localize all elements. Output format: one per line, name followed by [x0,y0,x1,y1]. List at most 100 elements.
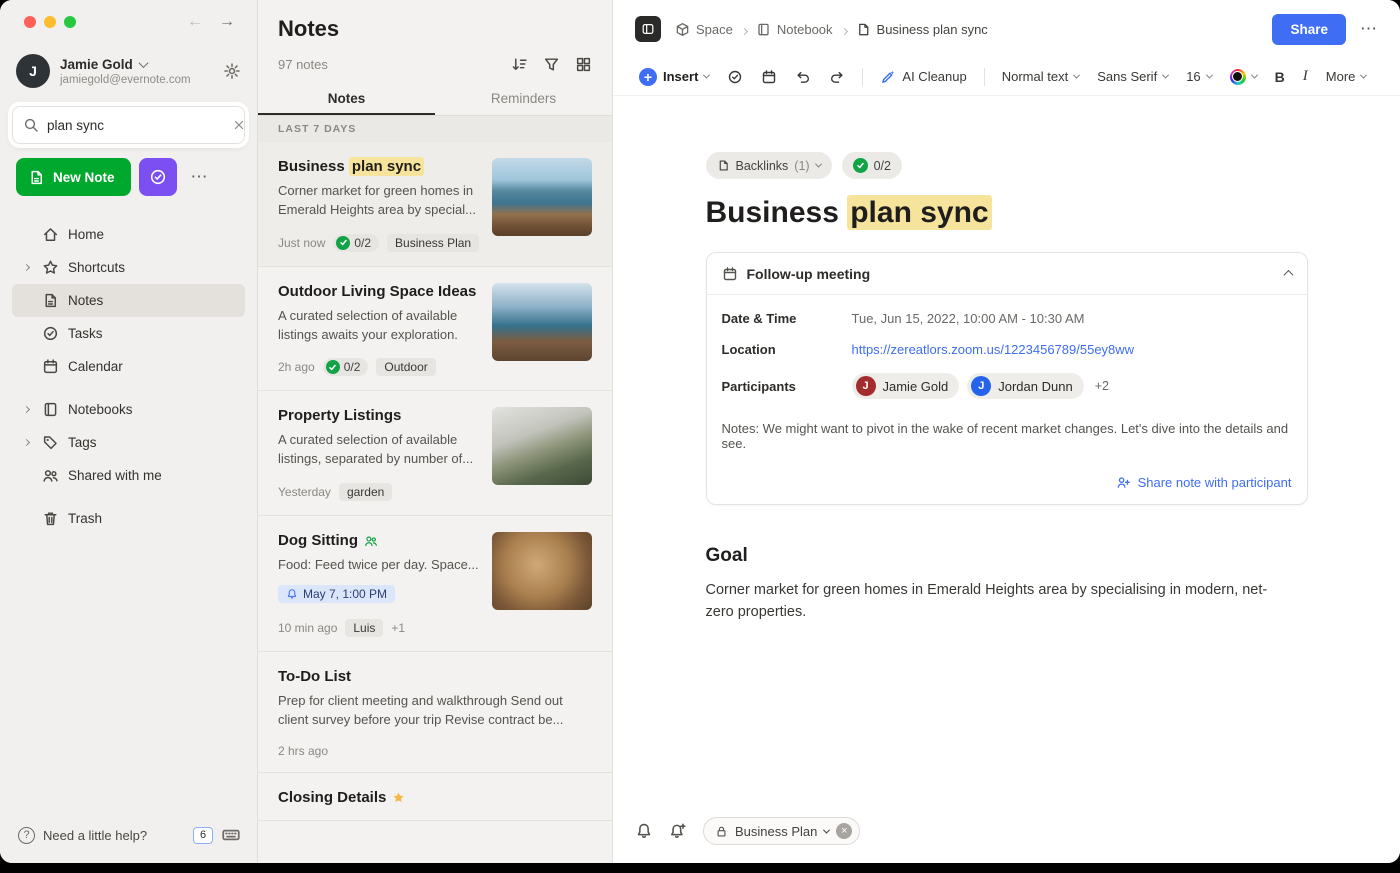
sidebar-item-notebooks[interactable]: Notebooks [12,393,245,426]
collapse-chevron-icon[interactable] [1283,270,1293,280]
person-plus-icon [1116,475,1131,490]
note-tag-badge[interactable]: Luis [345,619,383,637]
note-card-business-plan-sync[interactable]: Business plan sync Corner market for gre… [258,142,612,267]
expand-chevron-icon[interactable] [23,439,30,446]
sidebar-item-label: Notebooks [68,402,133,417]
text-style-dropdown[interactable]: Normal text [994,64,1087,89]
note-card-title: Outdoor Living Space Ideas [278,283,480,300]
breadcrumb-note[interactable]: Business plan sync [856,22,988,37]
notes-list-header: Notes 97 notes [258,0,612,73]
minimize-window-button[interactable] [44,16,56,28]
field-label: Participants [722,379,852,394]
sidebar-item-tags[interactable]: Tags [12,426,245,459]
sidebar-item-label: Tasks [68,326,103,341]
sidebar-item-tasks[interactable]: Tasks [12,317,245,350]
font-size-dropdown[interactable]: 16 [1178,64,1219,89]
more-options-icon[interactable]: ⋯ [1360,19,1378,39]
back-arrow-icon[interactable]: ← [187,13,203,31]
sidebar-item-label: Trash [68,511,102,526]
note-badges: Backlinks (1) 0/2 [706,152,1308,179]
insert-task-icon[interactable] [719,64,751,90]
expand-chevron-icon[interactable] [23,406,30,413]
ai-cleanup-button[interactable]: AI Cleanup [872,64,974,90]
participant-chip[interactable]: J Jordan Dunn [967,373,1083,399]
sidebar-item-label: Notes [68,293,103,308]
share-button[interactable]: Share [1272,14,1346,45]
note-card-dog-sitting[interactable]: Dog Sitting Food: Feed twice per day. Sp… [258,516,612,652]
filter-icon[interactable] [543,56,560,73]
tab-reminders[interactable]: Reminders [435,81,612,115]
keyboard-shortcuts-icon[interactable] [221,825,241,845]
meeting-location-link[interactable]: https://zereatlors.zoom.us/1223456789/55… [852,342,1135,357]
sidebar-item-trash[interactable]: Trash [12,502,245,535]
note-title[interactable]: Business plan sync [706,196,1308,230]
field-label: Location [722,342,852,357]
remove-tag-icon[interactable]: × [836,823,852,839]
note-card-property-listings[interactable]: Property Listings A curated selection of… [258,391,612,516]
participant-chip[interactable]: J Jamie Gold [852,373,960,399]
text-color-picker[interactable] [1222,64,1265,90]
chevron-down-icon [138,58,148,68]
note-card-outdoor-living[interactable]: Outdoor Living Space Ideas A curated sel… [258,267,612,392]
close-window-button[interactable] [24,16,36,28]
meeting-card-header[interactable]: Follow-up meeting [707,253,1307,295]
expand-chevron-icon[interactable] [23,264,30,271]
breadcrumb-space[interactable]: Space [675,22,733,37]
sidebar-item-label: Home [68,227,104,242]
note-card-title: Dog Sitting [278,532,480,549]
bold-button[interactable]: B [1267,64,1293,90]
undo-icon[interactable] [787,64,819,90]
grid-view-icon[interactable] [575,56,592,73]
tag-chevron-icon[interactable] [823,826,830,833]
help-row[interactable]: ? Need a little help? 6 [0,811,257,863]
note-icon [42,292,59,309]
account-switcher[interactable]: J Jamie Gold jamiegold@evernote.com [0,44,257,100]
calendar-icon [722,266,738,282]
new-note-button[interactable]: New Note [16,158,131,196]
clear-search-icon[interactable] [232,118,246,132]
redo-icon[interactable] [821,64,853,90]
window-titlebar: ← → [0,0,257,44]
note-card-todo-list[interactable]: To-Do List Prep for client meeting and w… [258,652,612,773]
search-box[interactable] [12,106,245,144]
tasks-progress-pill[interactable]: 0/2 [842,152,902,179]
note-tag-pill[interactable]: Business Plan × [703,817,860,845]
sidebar-item-shortcuts[interactable]: Shortcuts [12,251,245,284]
share-note-with-participant-link[interactable]: Share note with participant [1116,475,1292,490]
backlinks-pill[interactable]: Backlinks (1) [706,152,832,179]
note-tag-badge[interactable]: Outdoor [376,358,435,376]
note-body[interactable]: Backlinks (1) 0/2 Business plan sync Fol… [613,96,1400,807]
new-task-button[interactable] [139,158,177,196]
settings-gear-icon[interactable] [223,62,241,80]
meeting-card-body: Date & Time Tue, Jun 15, 2022, 10:00 AM … [707,295,1307,504]
meeting-card: Follow-up meeting Date & Time Tue, Jun 1… [706,252,1308,505]
sidebar-item-home[interactable]: Home [12,218,245,251]
more-formatting-dropdown[interactable]: More [1318,64,1375,89]
note-tag-badge[interactable]: Business Plan [387,234,479,252]
sidebar-item-shared-with-me[interactable]: Shared with me [12,459,245,492]
sidebar: ← → J Jamie Gold jamiegold@evernote.com [0,0,258,863]
note-card-closing-details[interactable]: Closing Details [258,773,612,821]
reminder-bell-icon[interactable] [635,822,653,840]
italic-button[interactable]: I [1295,63,1316,90]
sort-icon[interactable] [511,56,528,73]
panel-title: Notes [278,16,592,42]
note-tag-badge[interactable]: garden [339,483,392,501]
notebook-icon [756,22,771,37]
note-card-snippet: A curated selection of available listing… [278,431,480,469]
tab-notes[interactable]: Notes [258,81,435,115]
search-icon [23,117,39,133]
sidebar-item-notes[interactable]: Notes [12,284,245,317]
forward-arrow-icon[interactable]: → [219,13,235,31]
insert-button[interactable]: + Insert [631,63,717,91]
sidebar-item-calendar[interactable]: Calendar [12,350,245,383]
check-icon [326,360,340,374]
font-family-dropdown[interactable]: Sans Serif [1089,64,1176,89]
search-input[interactable] [47,118,224,133]
insert-calendar-icon[interactable] [753,64,785,90]
sidebar-more-button[interactable]: ⋯ [191,167,209,187]
breadcrumb-notebook[interactable]: Notebook [756,22,833,37]
add-reminder-bell-icon[interactable] [669,822,687,840]
sidebar-toggle-icon[interactable] [635,16,661,42]
maximize-window-button[interactable] [64,16,76,28]
